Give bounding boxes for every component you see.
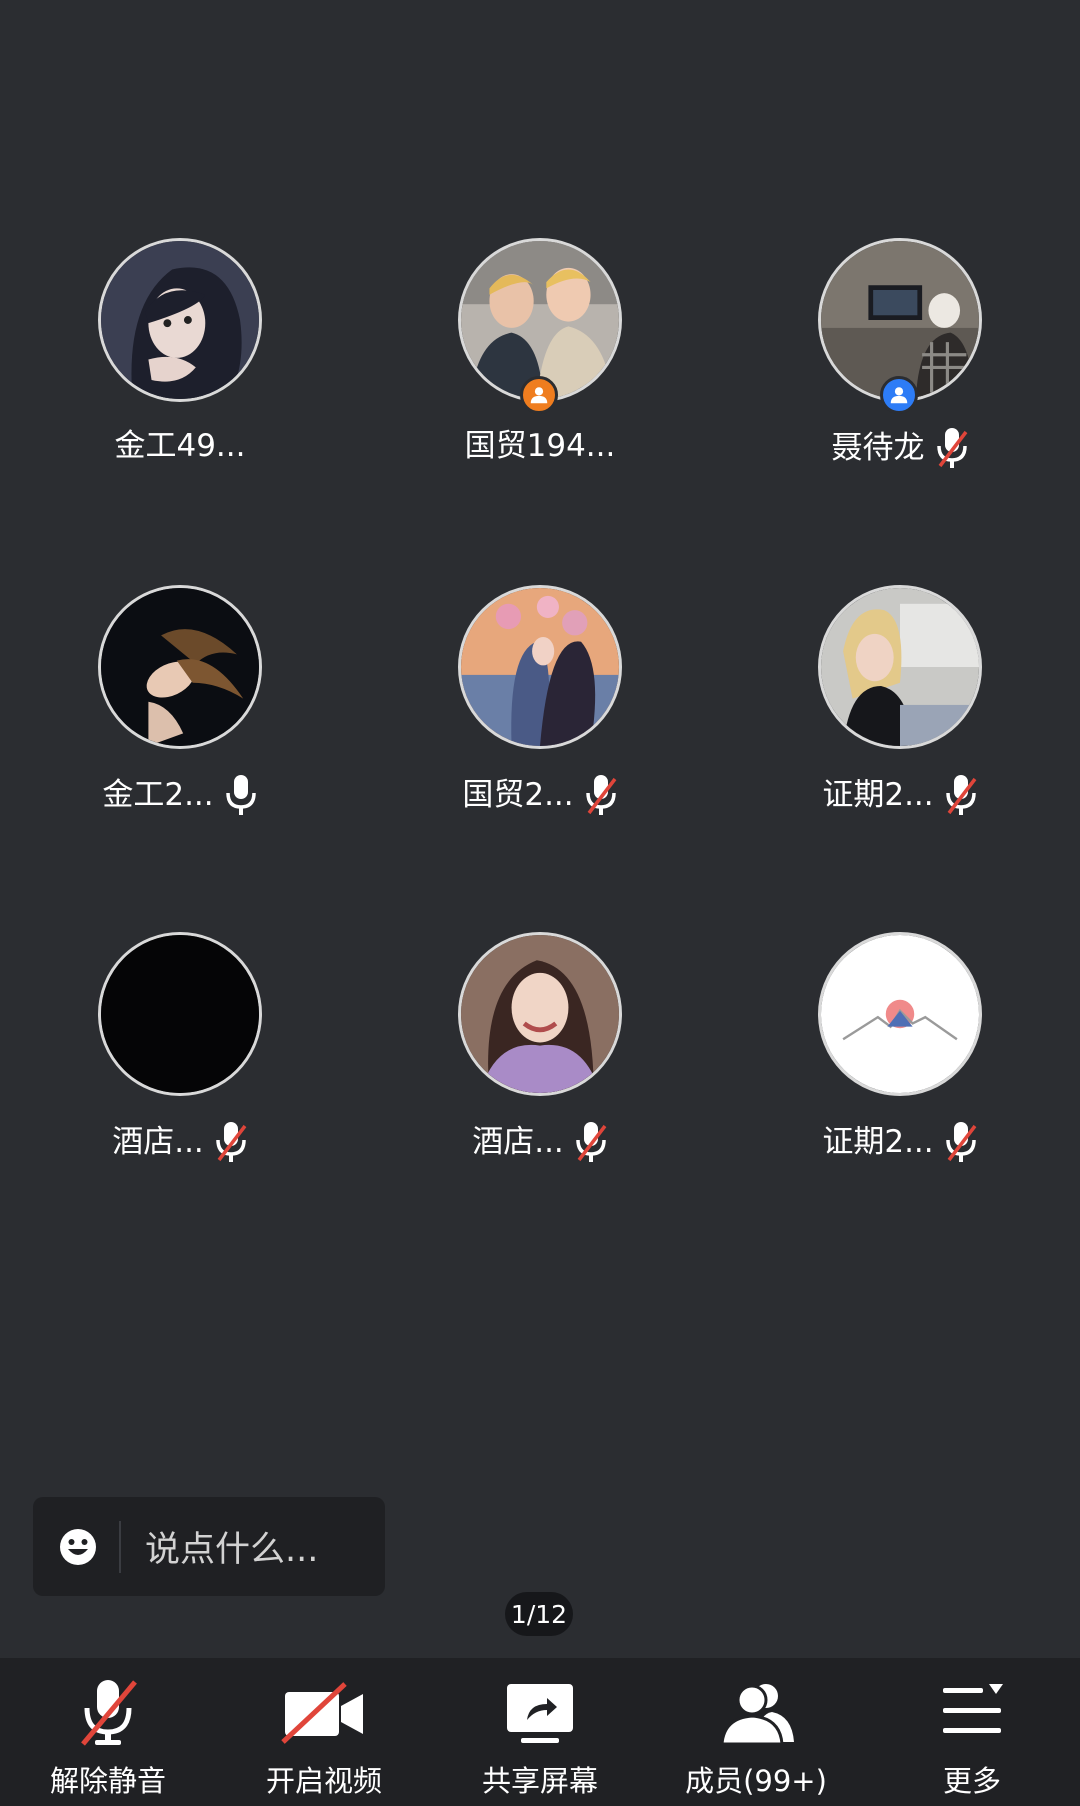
participant-name-row: 金工49... [114, 426, 245, 466]
participant-grid: 金工49... 国贸194... 聂待龙 金工2... 国贸2... 证期2..… [0, 238, 1080, 1279]
avatar-wrap [818, 585, 982, 749]
avatar [458, 932, 622, 1096]
participant-name-row: 聂待龙 [832, 426, 969, 470]
participant-tile[interactable]: 酒店... [0, 932, 360, 1279]
start-video-label: 开启视频 [265, 1764, 382, 1798]
chat-divider [119, 1520, 121, 1573]
mic-muted-icon [585, 775, 617, 815]
mic-muted-icon [576, 1122, 607, 1162]
share-screen-button[interactable]: 共享屏幕 [432, 1658, 648, 1806]
participant-name-row: 证期2... [822, 773, 977, 817]
avatar [98, 932, 262, 1096]
share-screen-label: 共享屏幕 [481, 1764, 598, 1798]
mic-muted-icon [936, 428, 967, 468]
participant-name: 证期2... [822, 777, 934, 813]
participant-tile[interactable]: 国贸2... [360, 585, 720, 932]
participant-name: 金工49... [114, 428, 246, 464]
avatar [818, 932, 982, 1096]
participant-name: 国贸2... [462, 777, 574, 813]
members-button[interactable]: 成员(99+) [648, 1658, 864, 1806]
participant-name: 聂待龙 [831, 430, 925, 466]
mic-muted-icon [945, 775, 977, 815]
chat-input[interactable]: 说点什么... [33, 1497, 385, 1596]
participant-name-row: 酒店... [112, 1120, 248, 1164]
participant-name-row: 证期2... [822, 1120, 977, 1164]
more-label: 更多 [942, 1764, 1001, 1798]
participant-tile[interactable]: 聂待龙 [720, 238, 1080, 585]
page-indicator: 1/12 [505, 1592, 573, 1636]
host-badge-icon [520, 376, 558, 414]
participant-name: 国贸194... [464, 428, 616, 464]
participant-tile[interactable]: 金工2... [0, 585, 360, 932]
avatar-wrap [98, 932, 262, 1096]
bottom-toolbar: 解除静音 开启视频 共享屏幕 成员(99+) 更多 [0, 1658, 1080, 1806]
more-menu-icon [943, 1684, 1003, 1733]
share-screen-icon [507, 1684, 573, 1743]
avatar-wrap [458, 932, 622, 1096]
start-video-button[interactable]: 开启视频 [216, 1658, 432, 1806]
participant-tile[interactable]: 国贸194... [360, 238, 720, 585]
participant-name-row: 金工2... [102, 773, 257, 817]
unmute-button[interactable]: 解除静音 [0, 1658, 216, 1806]
participant-tile[interactable]: 证期2... [720, 932, 1080, 1279]
avatar [98, 238, 262, 402]
video-off-icon [281, 1682, 363, 1744]
participant-tile[interactable]: 证期2... [720, 585, 1080, 932]
participant-name: 金工2... [102, 777, 214, 813]
mic-muted-icon [81, 1680, 137, 1746]
mic-muted-icon [216, 1122, 247, 1162]
participant-name-row: 国贸2... [462, 773, 617, 817]
avatar [818, 585, 982, 749]
participant-name-row: 酒店... [472, 1120, 608, 1164]
avatar [98, 585, 262, 749]
emoji-icon[interactable] [58, 1527, 98, 1567]
mic-muted-icon [945, 1122, 977, 1162]
avatar-wrap [458, 585, 622, 749]
participant-name: 酒店... [472, 1124, 564, 1160]
avatar-wrap [98, 585, 262, 749]
participant-name-row: 国贸194... [465, 426, 616, 466]
avatar [458, 585, 622, 749]
participant-tile[interactable]: 金工49... [0, 238, 360, 585]
more-button[interactable]: 更多 [864, 1658, 1080, 1806]
chat-placeholder[interactable]: 说点什么... [145, 1521, 318, 1572]
members-icon [720, 1684, 794, 1746]
participant-tile[interactable]: 酒店... [360, 932, 720, 1279]
cohost-badge-icon [880, 376, 918, 414]
avatar-wrap [98, 238, 262, 402]
participant-name: 酒店... [112, 1124, 204, 1160]
mic-on-icon [225, 775, 256, 815]
avatar-wrap [818, 932, 982, 1096]
members-label: 成员(99+) [685, 1764, 827, 1798]
avatar-wrap [458, 238, 622, 414]
unmute-label: 解除静音 [49, 1764, 166, 1798]
participant-name: 证期2... [822, 1124, 934, 1160]
avatar-wrap [818, 238, 982, 414]
